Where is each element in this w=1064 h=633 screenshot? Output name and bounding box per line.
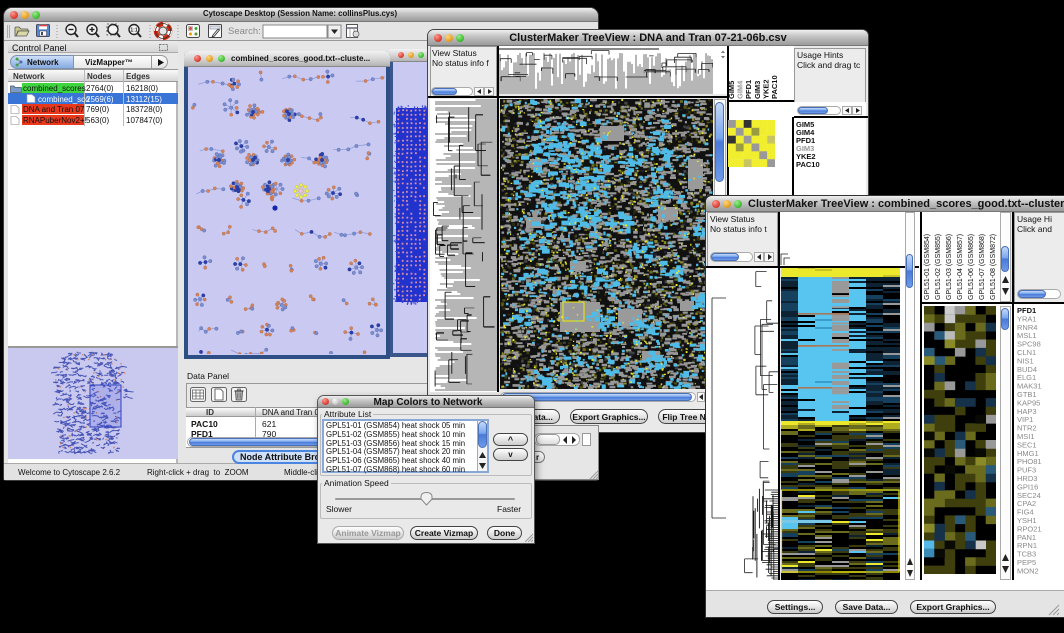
- svg-text:GPL51-06 (GSM865): GPL51-06 (GSM865): [968, 234, 975, 300]
- svg-text:GPL51-03 (GSM856): GPL51-03 (GSM856): [946, 234, 953, 300]
- svg-text:GPL51-01 (GSM854): GPL51-01 (GSM854): [924, 234, 931, 300]
- svg-text:PAC10: PAC10: [770, 75, 779, 99]
- svg-text:MON2: MON2: [1017, 566, 1039, 575]
- svg-text:GPL51-04 (GSM857): GPL51-04 (GSM857): [957, 234, 964, 300]
- svg-text:GPL51-07 (GSM868): GPL51-07 (GSM868): [979, 234, 986, 300]
- svg-text:GPL51-08 (GSM872): GPL51-08 (GSM872): [990, 234, 997, 300]
- svg-text:GPL51-02 (GSM855): GPL51-02 (GSM855): [935, 234, 942, 300]
